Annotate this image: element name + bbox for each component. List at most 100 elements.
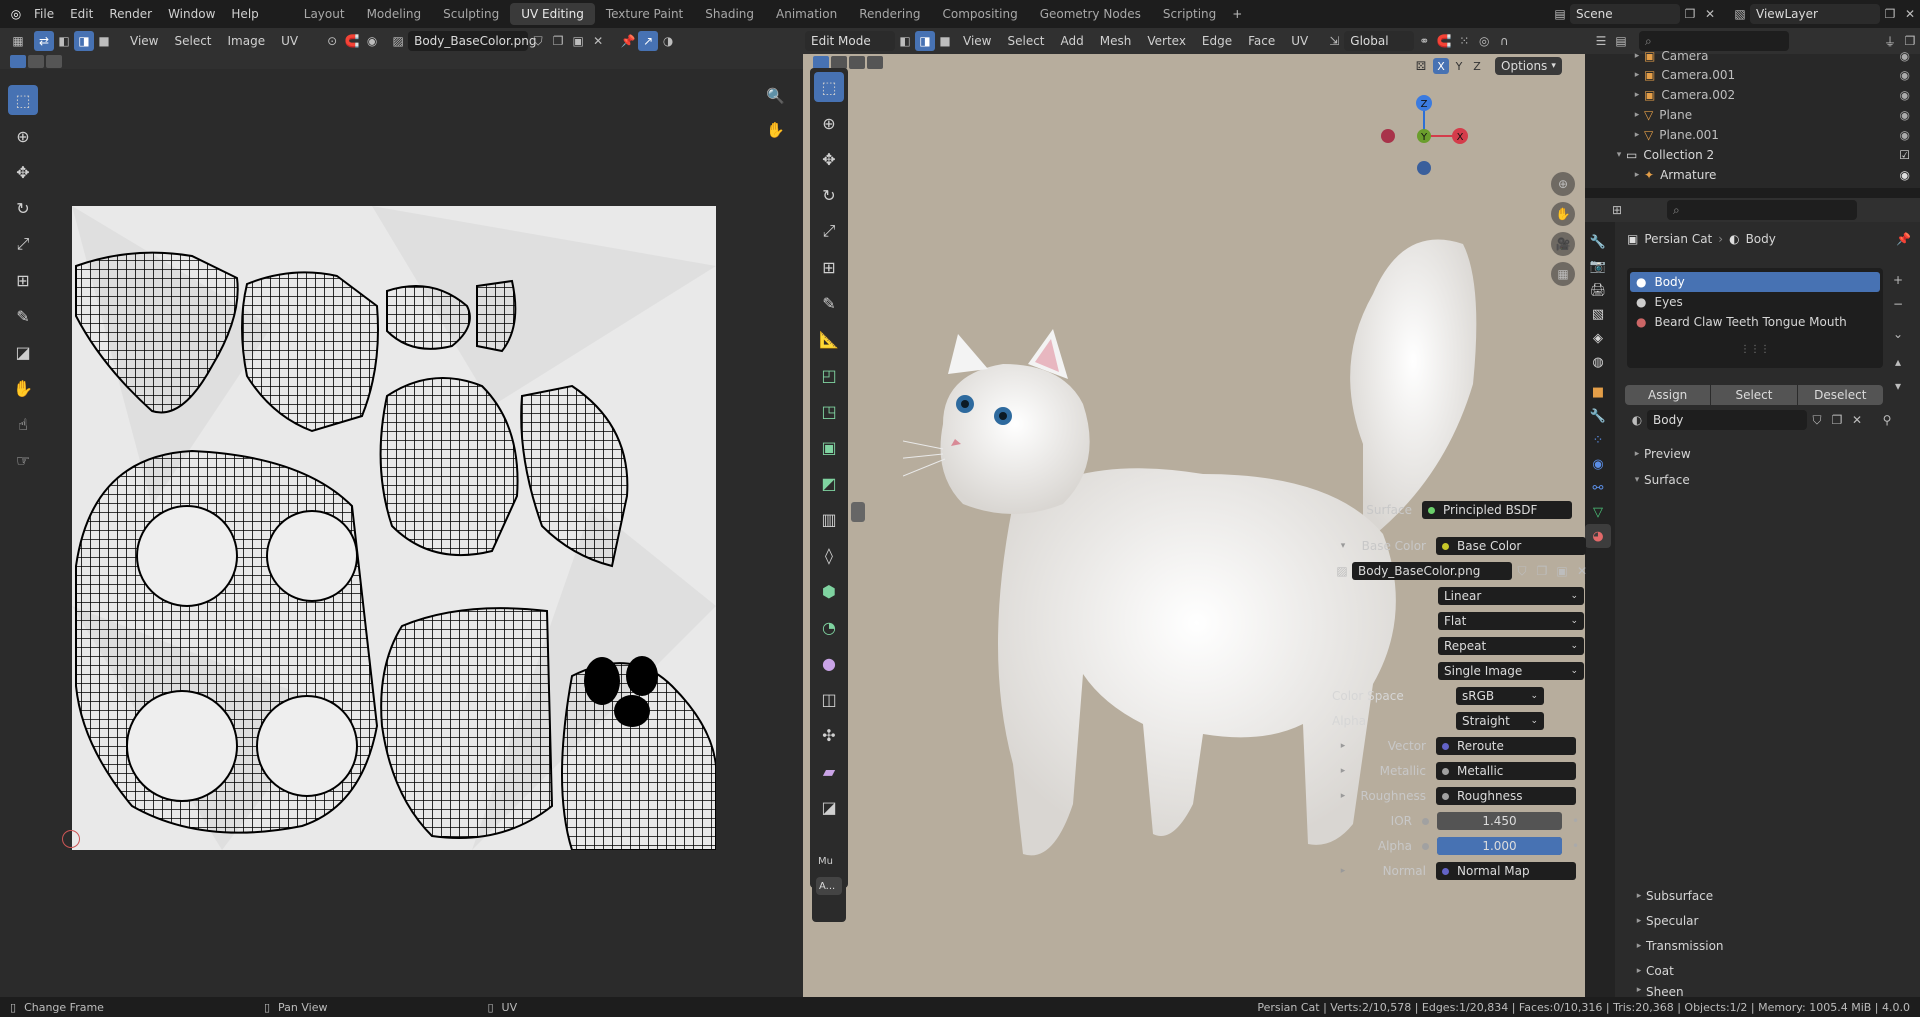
- output-tab-icon[interactable]: 🖨: [1585, 278, 1611, 302]
- vertex-select-icon[interactable]: ◧: [54, 31, 74, 51]
- uv-editor-area[interactable]: ⬚ ⊕ ✥ ↻ ⤢ ⊞ ✎ ◪ ✋ ☝ ☞ 🔍 ✋: [0, 69, 803, 997]
- pivot-icon[interactable]: ⊙: [322, 31, 342, 51]
- new-scene-icon[interactable]: ❐: [1680, 4, 1700, 24]
- outliner-row-armature[interactable]: ▸ ✦ Armature ◉: [1630, 165, 1920, 185]
- extension-dropdown[interactable]: Repeat ⌄: [1438, 637, 1584, 655]
- axis-z-toggle[interactable]: Z: [1469, 58, 1485, 74]
- texture-unlink-icon[interactable]: ✕: [1572, 561, 1592, 581]
- assign-button[interactable]: Assign: [1625, 385, 1711, 405]
- cursor-tool-icon[interactable]: ⊕: [8, 121, 38, 151]
- spin-tool-icon[interactable]: ◔: [814, 612, 844, 642]
- vp-menu-edge[interactable]: Edge: [1194, 34, 1240, 48]
- rotate-tool-icon[interactable]: ↻: [8, 193, 38, 223]
- preview-panel-header[interactable]: ▸ Preview: [1630, 444, 1910, 464]
- select-mode-new-icon[interactable]: [10, 55, 26, 68]
- base-color-field[interactable]: Base Color: [1436, 537, 1586, 555]
- scene-tab-icon[interactable]: ◈: [1585, 326, 1611, 350]
- remove-slot-icon[interactable]: −: [1888, 294, 1908, 314]
- visibility-eye-icon[interactable]: ◉: [1900, 128, 1910, 142]
- outliner-row-camera-002[interactable]: ▸ ▣ Camera.002 ◉: [1630, 85, 1920, 105]
- render-tab-icon[interactable]: 📷: [1585, 254, 1611, 278]
- tab-uv-editing[interactable]: UV Editing: [510, 3, 595, 25]
- vp-select-tool-icon[interactable]: ⬚: [814, 72, 844, 102]
- properties-type-icon[interactable]: ⊞: [1607, 200, 1627, 220]
- orientation-selector[interactable]: Global: [1344, 31, 1415, 51]
- tab-texture-paint[interactable]: Texture Paint: [595, 3, 694, 25]
- material-slot-body[interactable]: ● Body: [1630, 272, 1880, 292]
- subpanel-subsurface[interactable]: ▸ Subsurface: [1632, 886, 1920, 906]
- tab-sculpting[interactable]: Sculpting: [432, 3, 510, 25]
- snap-target-icon[interactable]: ⁙: [1454, 31, 1474, 51]
- edge-select-icon[interactable]: ◨: [74, 31, 94, 51]
- outliner-row-plane-001[interactable]: ▸ ▽ Plane.001 ◉: [1630, 125, 1920, 145]
- modifiers-tab-icon[interactable]: 🔧: [1585, 404, 1611, 428]
- scale-tool-icon[interactable]: ⤢: [8, 229, 38, 259]
- rip-tool-icon[interactable]: ◪: [8, 337, 38, 367]
- metallic-expand-icon[interactable]: ▸: [1336, 766, 1350, 776]
- vp-select-invert-icon[interactable]: [867, 56, 883, 69]
- gizmo-toggle-icon[interactable]: ↗: [638, 31, 659, 51]
- properties-search[interactable]: ⌕: [1667, 200, 1857, 220]
- ortho-toggle-icon[interactable]: ▦: [1551, 262, 1575, 286]
- gizmo-neg-z-axis[interactable]: [1417, 161, 1431, 175]
- list-resize-handle-icon[interactable]: ⋮⋮⋮: [1627, 344, 1883, 355]
- visibility-eye-icon[interactable]: ◉: [1900, 88, 1910, 102]
- pin-properties-icon[interactable]: 📌: [1896, 232, 1911, 246]
- image-browse-node-icon[interactable]: ▨: [1332, 561, 1352, 581]
- vector-field[interactable]: Reroute: [1436, 737, 1576, 755]
- last-operator-button[interactable]: A...: [816, 877, 842, 895]
- zoom-icon[interactable]: ⊕: [1551, 172, 1575, 196]
- uv-menu-image[interactable]: Image: [220, 34, 274, 48]
- alpha-mode-dropdown[interactable]: Straight ⌄: [1456, 712, 1544, 730]
- axis-x-toggle[interactable]: X: [1433, 58, 1449, 74]
- base-color-expand-icon[interactable]: ▾: [1336, 541, 1350, 551]
- ior-keyframe-icon[interactable]: •: [1572, 814, 1579, 828]
- rip-region-tool-icon[interactable]: ◪: [814, 792, 844, 822]
- vp-scale-tool-icon[interactable]: ⤢: [814, 216, 844, 246]
- vp-menu-view[interactable]: View: [955, 34, 999, 48]
- select-box-tool-icon[interactable]: ⬚: [8, 85, 38, 115]
- projection-dropdown[interactable]: Flat ⌄: [1438, 612, 1584, 630]
- inset-tool-icon[interactable]: ▣: [814, 432, 844, 462]
- outliner-row-camera[interactable]: ▸ ▣ Camera ◉: [1630, 46, 1920, 66]
- view-layer-icon[interactable]: ▧: [1730, 4, 1750, 24]
- scene-icon[interactable]: ▤: [1550, 4, 1570, 24]
- surface-shader-field[interactable]: Principled BSDF: [1422, 501, 1572, 519]
- tool-tab-icon[interactable]: 🔧: [1585, 230, 1611, 254]
- edge-slide-tool-icon[interactable]: ◫: [814, 684, 844, 714]
- edge-mode-icon[interactable]: ◨: [915, 31, 935, 51]
- ior-slider[interactable]: 1.450: [1437, 812, 1562, 830]
- normal-field[interactable]: Normal Map: [1436, 862, 1576, 880]
- knife-tool-icon[interactable]: ◊: [814, 540, 844, 570]
- sync-selection-icon[interactable]: ⇄: [34, 31, 54, 51]
- alpha-keyframe-icon[interactable]: •: [1572, 839, 1579, 853]
- add-workspace-icon[interactable]: +: [1227, 4, 1247, 24]
- uv-island-6[interactable]: [75, 449, 379, 834]
- material-name-field[interactable]: Body: [1647, 410, 1807, 430]
- gizmo-neg-x-axis[interactable]: [1381, 129, 1395, 143]
- zoom-view-icon[interactable]: 🔍: [766, 87, 785, 105]
- face-select-icon[interactable]: ■: [94, 31, 114, 51]
- shrink-tool-icon[interactable]: ✣: [814, 720, 844, 750]
- tab-rendering[interactable]: Rendering: [848, 3, 931, 25]
- pin-icon[interactable]: 📌: [618, 31, 638, 51]
- add-cube-tool-icon[interactable]: ◰: [814, 360, 844, 390]
- vp-menu-vertex[interactable]: Vertex: [1139, 34, 1194, 48]
- navigation-gizmo[interactable]: Z X Y: [1378, 88, 1478, 188]
- material-unlink-icon[interactable]: ✕: [1847, 410, 1867, 430]
- pan-icon[interactable]: ✋: [1551, 202, 1575, 226]
- surface-panel-header[interactable]: ▾ Surface: [1630, 470, 1910, 490]
- object-tab-icon[interactable]: ■: [1585, 380, 1611, 404]
- unlink-image-icon[interactable]: ✕: [588, 31, 608, 51]
- tab-compositing[interactable]: Compositing: [931, 3, 1028, 25]
- roughness-expand-icon[interactable]: ▸: [1336, 791, 1350, 801]
- menu-render[interactable]: Render: [101, 0, 160, 28]
- material-duplicate-icon[interactable]: ❐: [1827, 410, 1847, 430]
- texture-duplicate-icon[interactable]: ❐: [1532, 561, 1552, 581]
- add-slot-icon[interactable]: +: [1888, 270, 1908, 290]
- outliner-type-icon[interactable]: ☰: [1591, 31, 1611, 51]
- pivot-point-icon[interactable]: ⚭: [1414, 31, 1434, 51]
- slot-menu-icon[interactable]: ⌄: [1888, 324, 1908, 344]
- uv-menu-select[interactable]: Select: [166, 34, 219, 48]
- annotate-tool-icon[interactable]: ✎: [8, 301, 38, 331]
